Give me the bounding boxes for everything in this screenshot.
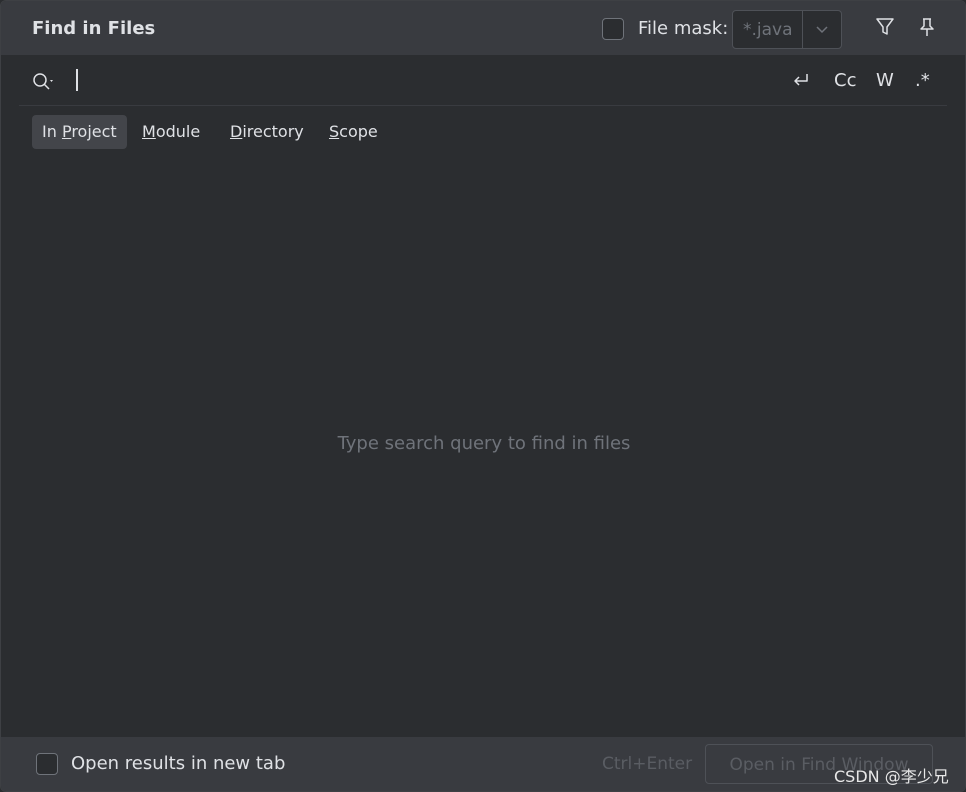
empty-results-hint: Type search query to find in files [337, 433, 631, 454]
file-mask-combobox[interactable]: *.java [732, 10, 842, 49]
file-mask-value[interactable]: *.java [743, 20, 793, 40]
open-in-new-tab-label[interactable]: Open results in new tab [71, 753, 285, 774]
tab-in-project[interactable]: In Project [32, 115, 127, 149]
file-mask-label: File mask: [638, 18, 729, 39]
chevron-down-icon[interactable] [812, 22, 832, 38]
tab-module[interactable]: Module [132, 115, 210, 149]
words-toggle[interactable]: W [876, 70, 894, 91]
tab-mnemonic: D [230, 122, 243, 141]
pin-icon[interactable] [916, 16, 938, 38]
file-mask-separator [802, 11, 803, 48]
shortcut-hint: Ctrl+Enter [602, 754, 693, 774]
dialog-footer: Open results in new tab Ctrl+Enter Open … [1, 737, 965, 791]
tab-directory[interactable]: Directory [220, 115, 314, 149]
find-in-files-dialog: Find in Files File mask: *.java Cc W .* [0, 0, 966, 792]
dialog-title: Find in Files [32, 18, 156, 39]
open-in-new-tab-checkbox[interactable] [36, 753, 58, 775]
tab-label-rest: odule [155, 122, 201, 141]
search-icon[interactable] [31, 71, 57, 93]
dialog-header: Find in Files File mask: *.java [1, 1, 965, 55]
search-input[interactable] [73, 65, 777, 97]
regex-toggle[interactable]: .* [915, 70, 930, 91]
newline-toggle-icon[interactable] [789, 70, 813, 97]
watermark: CSDN @李少兄 [834, 767, 949, 786]
match-case-toggle[interactable]: Cc [834, 70, 856, 91]
tab-scope[interactable]: Scope [319, 115, 388, 149]
file-mask-checkbox[interactable] [602, 18, 624, 40]
tab-label-prefix: In [42, 122, 62, 141]
search-row: Cc W .* [19, 57, 947, 106]
tab-mnemonic: M [142, 122, 156, 141]
tab-label-rest: roject [71, 122, 117, 141]
filter-icon[interactable] [874, 16, 896, 38]
text-caret [76, 69, 78, 91]
tab-label-rest: cope [339, 122, 378, 141]
tab-label-rest: irectory [242, 122, 304, 141]
tab-mnemonic: P [61, 122, 72, 141]
tab-mnemonic: S [329, 122, 340, 141]
